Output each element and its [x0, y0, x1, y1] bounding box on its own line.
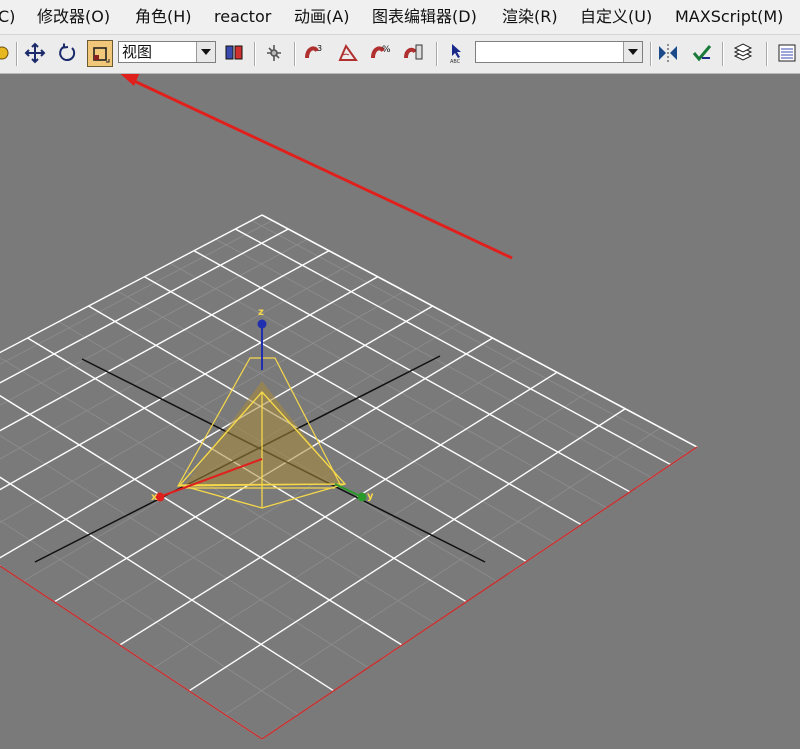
edit-named-selections-icon[interactable]: ABC [445, 41, 469, 65]
menu-graph-editors[interactable]: 图表编辑器(D) [372, 0, 477, 34]
svg-text:%: % [382, 45, 391, 55]
reference-coordinate-dropdown[interactable]: 视图 [118, 41, 216, 63]
grid-line-a8 [0, 565, 263, 740]
select-move-icon[interactable] [0, 41, 14, 65]
perspective-viewport[interactable]: z x y [0, 74, 800, 749]
use-pivot-icon[interactable] [222, 41, 246, 65]
viewport-canvas: z x y [0, 74, 698, 740]
toolbar-separator [722, 42, 724, 66]
toolbar-separator [650, 42, 652, 66]
percent-snap-icon[interactable]: % [368, 41, 392, 65]
menu-modifiers[interactable]: 修改器(O) [37, 0, 110, 34]
menu-create[interactable]: C) [0, 0, 15, 34]
align-icon[interactable] [690, 41, 714, 65]
minor-grid-line [0, 220, 273, 365]
svg-text:3: 3 [317, 44, 322, 53]
toolbar-separator [294, 42, 296, 66]
chevron-down-icon [196, 42, 215, 62]
select-rotate-icon[interactable] [55, 41, 79, 65]
z-axis-handle[interactable] [257, 319, 267, 329]
chevron-down-icon [623, 42, 642, 62]
mirror-icon[interactable] [656, 41, 680, 65]
menu-bar: C) 修改器(O) 角色(H) reactor 动画(A) 图表编辑器(D) 渲… [0, 0, 800, 35]
select-move-icon[interactable] [23, 41, 47, 65]
y-axis-handle[interactable] [357, 492, 367, 502]
grid-line-b4 [0, 305, 433, 559]
named-selection-dropdown[interactable] [475, 41, 643, 63]
curve-editor-icon[interactable] [775, 41, 799, 65]
select-manipulate-icon[interactable] [262, 41, 286, 65]
spinner-snap-icon[interactable] [402, 41, 426, 65]
layer-manager-icon[interactable] [731, 41, 755, 65]
menu-reactor[interactable]: reactor [214, 0, 271, 34]
toolbar-separator [436, 42, 438, 66]
snap-3d-icon[interactable]: 3 [302, 41, 326, 65]
reference-coordinate-value: 视图 [122, 43, 153, 61]
menu-rendering[interactable]: 渲染(R) [502, 0, 558, 34]
menu-maxscript[interactable]: MAXScript(M) [675, 0, 783, 34]
angle-snap-icon[interactable] [336, 41, 360, 65]
red-annotation-arrow [120, 74, 513, 260]
select-scale-icon[interactable] [87, 40, 113, 67]
z-axis-label: z [258, 307, 264, 318]
toolbar-separator [16, 42, 18, 66]
grid-line-a6 [0, 394, 403, 646]
toolbar-separator [254, 42, 256, 66]
menu-customize[interactable]: 自定义(U) [580, 0, 652, 34]
svg-text:ABC: ABC [450, 59, 461, 64]
toolbar-separator [766, 42, 768, 66]
main-toolbar: 视图 3 % ABC [0, 35, 800, 74]
menu-character[interactable]: 角色(H) [135, 0, 192, 34]
y-axis-label: y [367, 491, 374, 502]
menu-animation[interactable]: 动画(A) [294, 0, 349, 34]
x-axis-label: x [151, 492, 158, 503]
grid-line-b6 [119, 371, 558, 646]
selected-pyramid-object[interactable] [176, 357, 347, 509]
home-grid [0, 214, 698, 740]
